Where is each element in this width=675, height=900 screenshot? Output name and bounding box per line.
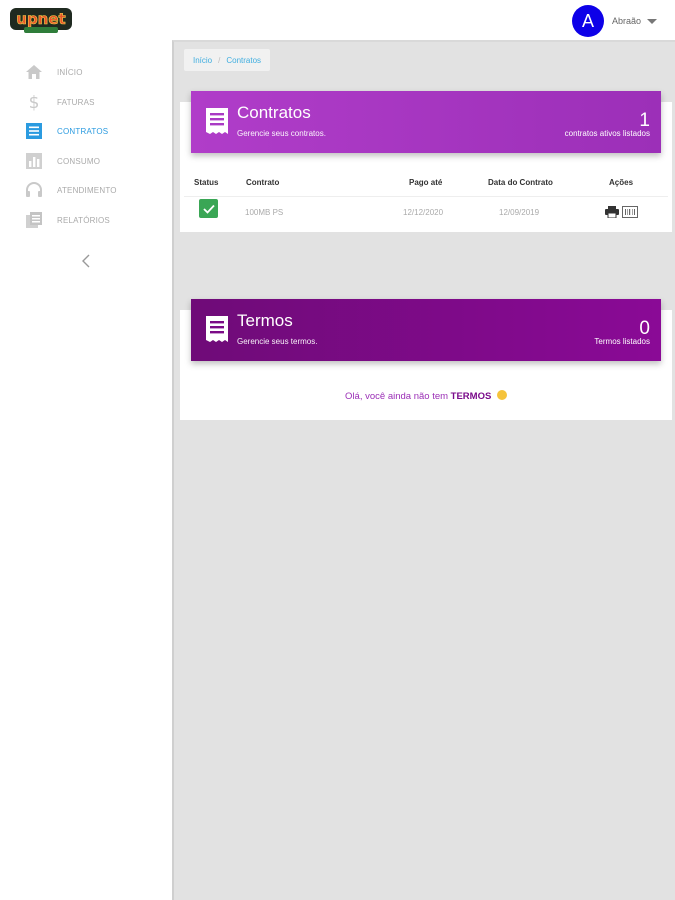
home-icon <box>24 62 44 82</box>
check-icon <box>199 199 218 218</box>
row-data-contrato: 12/09/2019 <box>499 208 540 217</box>
sidebar-item-label: ATENDIMENTO <box>57 185 117 195</box>
bar-chart-icon <box>24 151 44 171</box>
smile-emoji-icon <box>496 390 507 400</box>
svg-text:$: $ <box>29 93 40 112</box>
chevron-left-icon <box>82 254 90 268</box>
sidebar-item-relatorios[interactable]: RELATÓRIOS <box>24 210 110 230</box>
dollar-icon: $ <box>24 92 44 112</box>
breadcrumb-separator: / <box>218 55 221 65</box>
contratos-subtitle: Gerencie seus contratos. <box>237 129 326 138</box>
termos-card: Termos Gerencie seus termos. 0 Termos li… <box>180 299 672 420</box>
avatar[interactable]: A <box>571 5 604 37</box>
chevron-down-icon[interactable] <box>647 18 657 24</box>
breadcrumb: Início / Contratos <box>184 49 271 71</box>
contratos-title: Contratos <box>237 103 311 122</box>
main-content: Início / Contratos Contratos Gerencie se… <box>172 40 675 900</box>
sidebar-item-inicio[interactable]: INÍCIO <box>24 62 83 82</box>
contratos-count-label: contratos ativos listados <box>564 129 650 138</box>
termos-card-header: Termos Gerencie seus termos. 0 Termos li… <box>191 299 661 361</box>
breadcrumb-home-link[interactable]: Início <box>193 56 212 65</box>
sidebar-item-label: CONTRATOS <box>57 126 109 136</box>
headset-icon <box>24 180 44 200</box>
document-list-icon <box>206 316 228 342</box>
contratos-card: Contratos Gerencie seus contratos. 1 con… <box>180 91 672 232</box>
sidebar-item-label: INÍCIO <box>57 67 83 77</box>
table-row: 100MB PS 12/12/2020 12/09/2019 <box>184 196 668 228</box>
termos-title: Termos <box>237 311 293 330</box>
sidebar-item-atendimento[interactable]: ATENDIMENTO <box>24 180 117 200</box>
column-status: Status <box>194 178 219 187</box>
column-data-contrato: Data do Contrato <box>488 178 553 187</box>
reports-icon <box>24 210 44 230</box>
sidebar-item-faturas[interactable]: $ FATURAS <box>24 92 95 112</box>
row-contrato: 100MB PS <box>245 208 284 217</box>
contratos-table: Status Contrato Pago até Data do Contrat… <box>184 176 668 228</box>
termos-subtitle: Gerencie seus termos. <box>237 337 318 346</box>
print-icon[interactable] <box>605 206 619 220</box>
termos-count-label: Termos listados <box>594 337 650 346</box>
barcode-icon[interactable] <box>622 206 638 220</box>
column-contrato: Contrato <box>246 178 280 187</box>
sidebar-item-label: RELATÓRIOS <box>57 215 110 225</box>
top-bar: upnet A Abraão <box>0 0 675 40</box>
document-list-icon <box>206 108 228 134</box>
user-name[interactable]: Abraão <box>612 16 641 26</box>
column-acoes: Ações <box>609 178 634 187</box>
table-header: Status Contrato Pago até Data do Contrat… <box>184 176 668 190</box>
empty-message-text: Olá, você ainda não tem <box>345 391 449 402</box>
row-pago-ate: 12/12/2020 <box>403 208 444 217</box>
column-pago-ate: Pago até <box>409 178 443 187</box>
contratos-card-header: Contratos Gerencie seus contratos. 1 con… <box>191 91 661 153</box>
upnet-logo[interactable]: upnet <box>10 8 72 34</box>
svg-text:upnet: upnet <box>16 10 65 28</box>
termos-empty-message: Olá, você ainda não tem TERMOS <box>180 390 672 402</box>
document-list-icon <box>24 121 44 141</box>
sidebar-item-contratos[interactable]: CONTRATOS <box>24 121 108 141</box>
sidebar-item-label: CONSUMO <box>57 156 101 166</box>
sidebar: INÍCIO $ FATURAS CONTRATOS CONSUMO ATEND… <box>0 40 172 900</box>
breadcrumb-current[interactable]: Contratos <box>226 56 261 65</box>
sidebar-item-consumo[interactable]: CONSUMO <box>24 151 100 171</box>
sidebar-item-label: FATURAS <box>57 97 95 107</box>
collapse-sidebar-button[interactable] <box>78 253 94 269</box>
empty-message-bold: TERMOS <box>450 391 492 402</box>
user-menu[interactable]: A Abraão <box>571 5 657 37</box>
